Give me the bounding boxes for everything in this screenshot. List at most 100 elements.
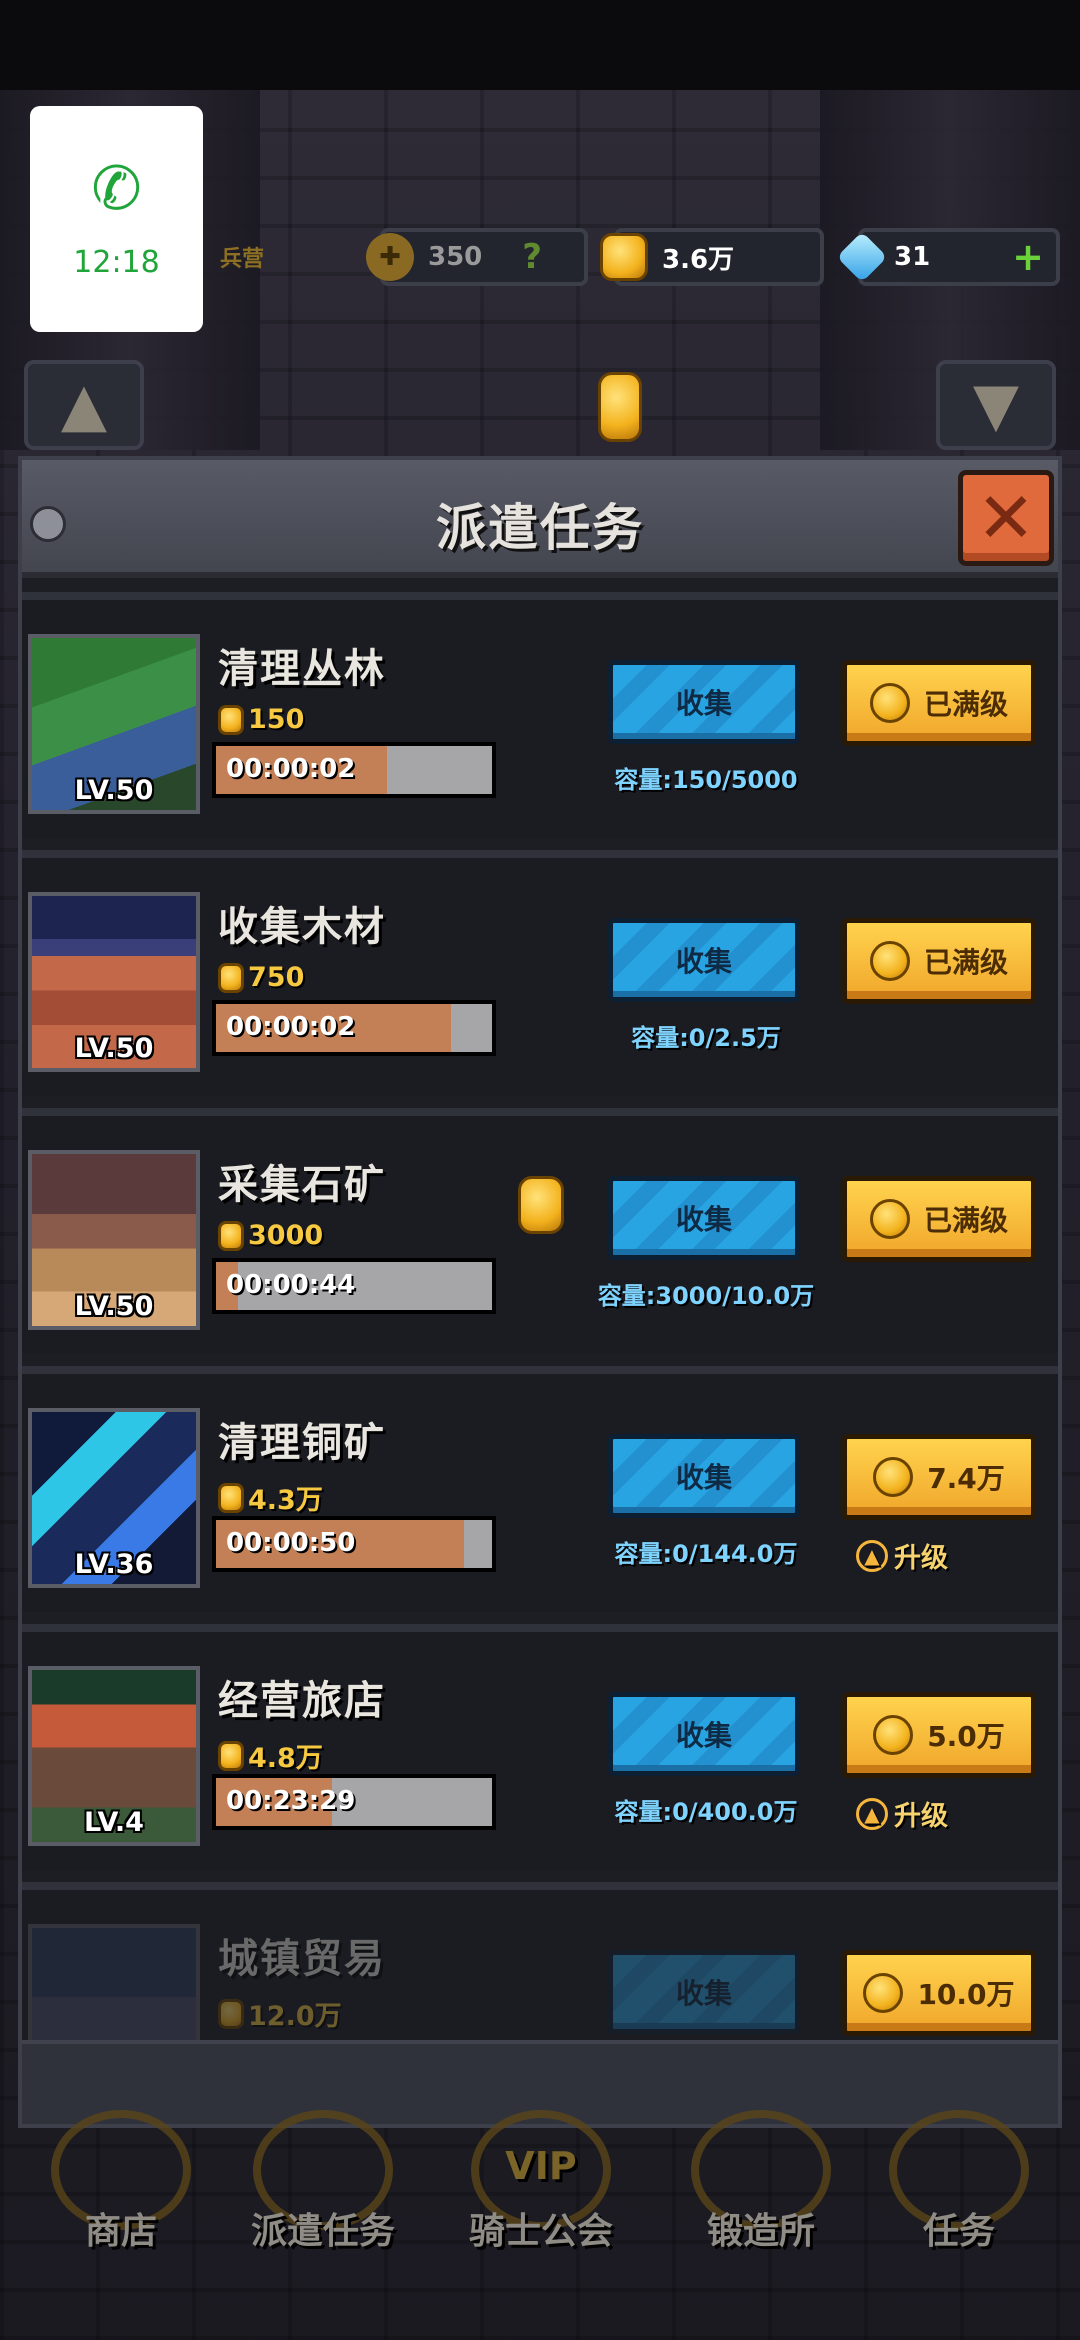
collect-button[interactable]: 收集 [608, 1434, 800, 1518]
reward-value: 12.0万 [248, 2001, 342, 2032]
nav-dispatch[interactable]: 派遣任务 [238, 2110, 408, 2280]
vip-badge: VIP [505, 2144, 577, 2188]
capacity-label: 容量:0/400.0万 [614, 1798, 798, 1826]
reward-value: 3000 [248, 1220, 324, 1251]
collect-button[interactable]: 收集 [608, 1176, 800, 1260]
mission-level: LV.50 [74, 1291, 154, 1322]
mission-name: 经营旅店 [218, 1678, 386, 1724]
nav-shop[interactable]: 商店 [36, 2110, 206, 2280]
reward-value: 150 [248, 704, 305, 735]
upgrade-arrow-icon: ▲ [856, 1539, 888, 1572]
phone-icon: ✆ [91, 153, 142, 224]
max-level-button[interactable]: 已满级 [842, 1176, 1036, 1262]
nav-forge[interactable]: 锻造所 [676, 2110, 846, 2280]
coin-icon [873, 1457, 914, 1497]
mission-level: LV.50 [74, 1033, 154, 1064]
upgrade-link[interactable]: ▲ 升级 [856, 1536, 948, 1575]
mission-reward: 4.8万 [218, 1736, 323, 1775]
left-arrow-button[interactable]: ▲ [24, 360, 144, 450]
mission-reward: 12.0万 [218, 1994, 342, 2033]
upgrade-cost-button[interactable]: 5.0万 [842, 1692, 1036, 1778]
collect-button[interactable]: 收集 [608, 660, 800, 744]
mission-timer: 00:00:02 [226, 754, 356, 784]
stone-thumbnail: LV.50 [28, 1150, 200, 1330]
ready-coin-icon[interactable] [518, 1176, 564, 1234]
upgrade-label: 升级 [894, 1801, 948, 1832]
unlock-cost-button[interactable]: 10.0万 [842, 1950, 1036, 2036]
add-gems-button[interactable]: + [1012, 235, 1044, 279]
action-label: 已满级 [923, 688, 1008, 721]
mission-row: LV.50 采集石矿 3000 00:00:44 收集 容量:3000/10.0… [22, 1108, 1058, 1354]
mission-level: LV.4 [84, 1807, 144, 1838]
floating-coin-icon [598, 372, 642, 442]
coin-icon [863, 1973, 904, 2013]
mission-reward: 750 [218, 962, 304, 993]
mission-progress-bar: 00:00:02 [212, 742, 496, 798]
coin-icon [218, 1482, 244, 1513]
mission-progress-bar: 00:00:02 [212, 1000, 496, 1056]
energy-value: 350 [428, 242, 483, 272]
gem-value: 31 [894, 242, 931, 272]
coin-icon [218, 962, 244, 993]
mission-name: 清理丛林 [218, 646, 386, 692]
action-label: 5.0万 [927, 1720, 1005, 1753]
action-label: 7.4万 [927, 1462, 1005, 1495]
barracks-label: 兵营 [220, 247, 265, 272]
dispatch-panel: 派遣任务 ✕ LV.50 清理丛林 150 00:00:02 收集 容量:150… [18, 456, 1062, 2128]
mission-row: LV.50 收集木材 750 00:00:02 收集 容量:0/2.5万 已满级 [22, 850, 1058, 1096]
up-arrow-icon: ▲ [60, 370, 108, 440]
upgrade-cost-button[interactable]: 7.4万 [842, 1434, 1036, 1520]
panel-title: 派遣任务 [436, 499, 644, 557]
gold-counter: 3.6万 [600, 228, 824, 286]
close-icon: ✕ [976, 477, 1036, 559]
bottom-nav: 商店 派遣任务 VIP 骑士公会 锻造所 任务 [0, 2110, 1080, 2280]
nav-label: 商店 [84, 2211, 157, 2252]
copper-thumbnail: LV.36 [28, 1408, 200, 1588]
collect-button[interactable]: 收集 [608, 1692, 800, 1776]
capacity-label: 容量:0/2.5万 [631, 1024, 781, 1052]
gem-counter: 31 + [836, 228, 1060, 286]
inn-thumbnail: LV.4 [28, 1666, 200, 1846]
collect-button[interactable]: 收集 [608, 918, 800, 1002]
action-label: 10.0万 [917, 1978, 1015, 2011]
mission-row: LV.4 经营旅店 4.8万 00:23:29 收集 容量:0/400.0万 5… [22, 1624, 1058, 1870]
action-label: 已满级 [923, 946, 1008, 979]
nav-guild[interactable]: VIP 骑士公会 [456, 2110, 626, 2280]
coin-icon [869, 1199, 910, 1239]
max-level-button[interactable]: 已满级 [842, 660, 1036, 746]
energy-hint-icon[interactable]: ? [522, 237, 542, 277]
right-arrow-button[interactable]: ▼ [936, 360, 1056, 450]
jungle-thumbnail: LV.50 [28, 634, 200, 814]
nav-quests[interactable]: 任务 [874, 2110, 1044, 2280]
upgrade-arrow-icon: ▲ [856, 1797, 888, 1830]
mission-reward: 3000 [218, 1220, 323, 1251]
gem-icon [836, 231, 888, 283]
mission-reward: 150 [218, 704, 304, 735]
nav-label: 派遣任务 [250, 2211, 395, 2252]
action-label: 已满级 [923, 1204, 1008, 1237]
mission-level: LV.50 [74, 775, 154, 806]
gold-value: 3.6万 [662, 244, 735, 275]
coin-icon [869, 683, 910, 723]
call-overlay[interactable]: ✆ 12:18 [30, 106, 203, 332]
mission-timer: 00:23:29 [226, 1786, 356, 1816]
nav-label: 任务 [922, 2211, 995, 2252]
call-time: 12:18 [73, 244, 160, 280]
close-button[interactable]: ✕ [958, 470, 1054, 566]
coin-icon [218, 1740, 244, 1771]
mission-row: LV.36 清理铜矿 4.3万 00:00:50 收集 容量:0/144.0万 … [22, 1366, 1058, 1612]
mission-progress-bar: 00:00:50 [212, 1516, 496, 1572]
panel-header: 派遣任务 ✕ [22, 460, 1058, 578]
wood-thumbnail: LV.50 [28, 892, 200, 1072]
coin-icon [869, 941, 910, 981]
max-level-button[interactable]: 已满级 [842, 918, 1036, 1004]
mission-row: LV.50 清理丛林 150 00:00:02 收集 容量:150/5000 已… [22, 592, 1058, 838]
energy-icon: ✚ [366, 233, 414, 281]
capacity-label: 容量:3000/10.0万 [597, 1282, 815, 1310]
upgrade-link[interactable]: ▲ 升级 [856, 1794, 948, 1833]
coin-icon [218, 704, 244, 735]
mission-reward: 4.3万 [218, 1478, 323, 1517]
reward-value: 4.3万 [248, 1485, 323, 1516]
coin-icon [873, 1715, 914, 1755]
capacity-label: 容量:0/144.0万 [614, 1540, 798, 1568]
